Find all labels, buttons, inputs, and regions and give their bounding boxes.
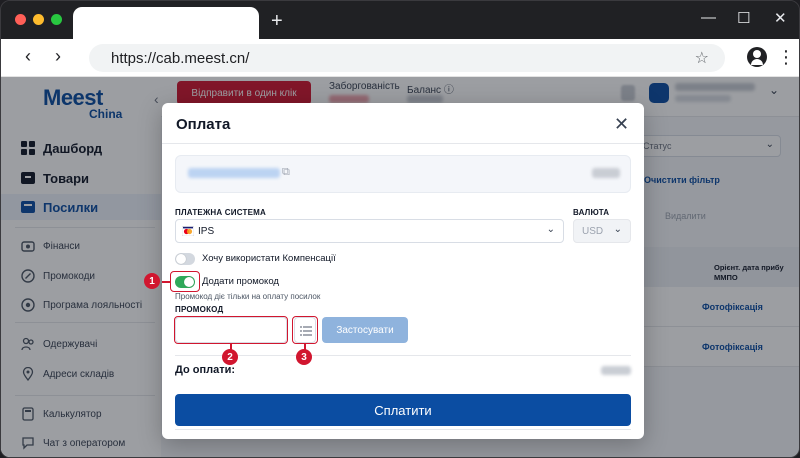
minimize-window-dot[interactable] [33, 14, 44, 25]
marker-connector [162, 281, 170, 283]
chevron-down-icon: ⌄ [613, 224, 622, 235]
promo-toggle-label: Додати промокод [202, 276, 279, 287]
ips-card-icon [182, 226, 194, 236]
close-window-dot[interactable] [15, 14, 26, 25]
copy-icon[interactable]: ⧉ [282, 166, 290, 179]
back-arrow-icon[interactable]: ‹ [25, 46, 31, 67]
highlight-promo-input [174, 316, 288, 344]
minimize-icon[interactable]: — [701, 9, 716, 26]
payment-modal: Оплата ✕ ⧉ ПЛАТЕЖНА СИСТЕМА IPS ⌄ ВАЛЮТА… [144, 103, 644, 439]
maximize-window-dot[interactable] [51, 14, 62, 25]
currency-label: ВАЛЮТА [573, 208, 610, 217]
modal-bottom-divider [175, 429, 631, 430]
promo-hint: Промокод діє тільки на оплату посилок [175, 292, 321, 301]
app-page: Meest China ‹ Дашборд Товари Посилки Фін… [1, 77, 799, 457]
browser-window: + — ☐ ✕ ‹ › https://cab.meest.cn/ ☆ ⋮ Me… [0, 0, 800, 458]
compensation-toggle-label: Хочу використати Компенсації [202, 253, 336, 264]
profile-avatar-icon[interactable] [747, 47, 767, 67]
window-controls-mac [15, 14, 62, 25]
promo-code-label: ПРОМОКОД [175, 305, 224, 314]
maximize-icon[interactable]: ☐ [737, 9, 750, 27]
modal-divider [162, 143, 644, 144]
currency-value: USD [582, 226, 604, 237]
active-browser-tab[interactable] [73, 7, 259, 39]
chevron-down-icon: ⌄ [546, 224, 555, 235]
payment-system-label: ПЛАТЕЖНА СИСТЕМА [175, 208, 266, 217]
apply-promo-button[interactable]: Застосувати [322, 317, 408, 343]
marker-1: 1 [144, 273, 160, 289]
payment-system-select[interactable]: IPS ⌄ [175, 219, 564, 243]
toggle-knob [176, 254, 186, 264]
invoice-amount [592, 168, 620, 178]
forward-arrow-icon[interactable]: › [55, 46, 61, 67]
highlight-promo-list-button [292, 316, 318, 344]
bookmark-star-icon[interactable]: ☆ [695, 48, 709, 68]
close-icon[interactable]: ✕ [774, 9, 787, 27]
pay-button-label: Сплатити [374, 402, 432, 418]
apply-promo-label: Застосувати [336, 324, 394, 336]
payment-system-value: IPS [198, 226, 215, 237]
browser-toolbar: ‹ › https://cab.meest.cn/ ☆ ⋮ [1, 39, 799, 77]
marker-3: 3 [296, 349, 312, 365]
highlight-promo-toggle [170, 271, 200, 292]
close-modal-icon[interactable]: ✕ [614, 114, 629, 135]
new-tab-button[interactable]: + [271, 11, 283, 31]
browser-menu-icon[interactable]: ⋮ [777, 47, 795, 68]
invoice-info-box: ⧉ [175, 155, 631, 193]
to-pay-label: До оплати: [175, 364, 236, 376]
to-pay-amount [601, 366, 631, 375]
address-bar[interactable]: https://cab.meest.cn/ ☆ [89, 44, 725, 72]
currency-select: USD ⌄ [573, 219, 631, 243]
invoice-number [188, 168, 280, 178]
marker-2: 2 [222, 349, 238, 365]
tab-bar: + — ☐ ✕ [1, 1, 799, 39]
compensation-toggle[interactable] [175, 253, 195, 265]
modal-title: Оплата [176, 116, 231, 133]
pay-button[interactable]: Сплатити [175, 394, 631, 426]
url-text: https://cab.meest.cn/ [111, 50, 250, 67]
modal-divider [175, 355, 631, 356]
